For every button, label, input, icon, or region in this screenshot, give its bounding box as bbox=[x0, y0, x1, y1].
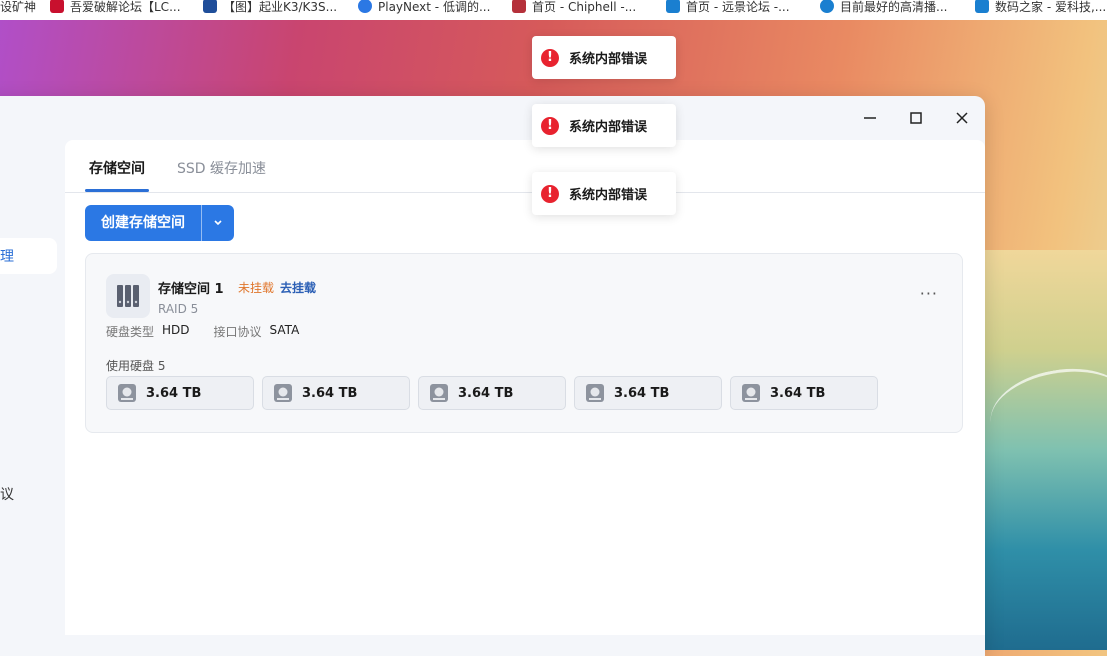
bookmark-label: 数码之家 - 爱科技,... bbox=[995, 0, 1107, 14]
bookmark-item[interactable]: 【图】起业K3/K3S... bbox=[203, 0, 337, 16]
tab-storage-space[interactable]: 存储空间 bbox=[89, 158, 145, 178]
maximize-button[interactable] bbox=[893, 96, 939, 140]
hard-disk-icon bbox=[742, 384, 760, 402]
sidebar-item-protocol[interactable]: 议 bbox=[0, 484, 14, 504]
bookmarks-bar: 设矿神 吾爱破解论坛【LC... 【图】起业K3/K3S... PlayNext… bbox=[0, 0, 1107, 20]
site-favicon-icon bbox=[203, 0, 217, 13]
disk-capacity: 3.64 TB bbox=[770, 385, 826, 401]
protocol-value: SATA bbox=[269, 323, 300, 337]
bookmark-label: 目前最好的高清播... bbox=[840, 0, 948, 14]
bookmark-item[interactable]: 吾爱破解论坛【LC... bbox=[50, 0, 181, 16]
sidebar-item-label: 理 bbox=[0, 249, 14, 265]
disks-used-label: 使用硬盘 5 bbox=[106, 359, 166, 373]
nas-server-icon bbox=[106, 274, 150, 318]
hard-disk-icon bbox=[586, 384, 604, 402]
maximize-icon bbox=[910, 112, 922, 124]
mount-link[interactable]: 去挂载 bbox=[280, 279, 316, 296]
error-toast: ! 系统内部错误 bbox=[532, 36, 676, 79]
disk-capacity: 3.64 TB bbox=[614, 385, 670, 401]
minimize-icon bbox=[864, 117, 876, 119]
bookmark-item[interactable]: 首页 - Chiphell -... bbox=[512, 0, 636, 16]
sidebar-item-storage-manage[interactable]: 理 bbox=[0, 238, 57, 274]
bookmark-label: PlayNext - 低调的... bbox=[378, 0, 491, 14]
bookmark-label: 设矿神 bbox=[0, 0, 37, 14]
create-storage-dropdown-button[interactable] bbox=[202, 205, 234, 241]
site-favicon-icon bbox=[512, 0, 526, 13]
raid-level: RAID 5 bbox=[158, 302, 199, 316]
bookmark-label: 吾爱破解论坛【LC... bbox=[70, 0, 181, 14]
disk-type-label: 硬盘类型 bbox=[106, 325, 155, 339]
close-icon bbox=[956, 112, 968, 124]
disk-item[interactable]: 3.64 TB bbox=[418, 376, 566, 410]
tab-bar: 存储空间 SSD 缓存加速 bbox=[65, 140, 985, 193]
disk-item[interactable]: 3.64 TB bbox=[262, 376, 410, 410]
pool-name: 存储空间 1 bbox=[158, 282, 224, 297]
protocol-label: 接口协议 bbox=[213, 325, 262, 339]
pool-status-badge: 未挂载 bbox=[238, 281, 275, 295]
toast-message: 系统内部错误 bbox=[569, 188, 648, 203]
disk-capacity: 3.64 TB bbox=[146, 385, 202, 401]
site-favicon-icon bbox=[975, 0, 989, 13]
disk-item[interactable]: 3.64 TB bbox=[730, 376, 878, 410]
hard-disk-icon bbox=[118, 384, 136, 402]
site-favicon-icon bbox=[50, 0, 64, 13]
error-icon: ! bbox=[541, 116, 559, 135]
create-storage-button-group: 创建存储空间 bbox=[85, 205, 234, 241]
disk-list: 3.64 TB 3.64 TB 3.64 TB 3.64 TB 3.64 TB bbox=[106, 376, 878, 410]
bookmark-item[interactable]: 设矿神 bbox=[0, 0, 36, 16]
more-options-button[interactable]: ··· bbox=[920, 284, 938, 303]
chevron-down-icon bbox=[214, 220, 222, 226]
hard-disk-icon bbox=[274, 384, 292, 402]
bookmark-item[interactable]: 数码之家 - 爱科技,... bbox=[975, 0, 1106, 16]
disk-item[interactable]: 3.64 TB bbox=[574, 376, 722, 410]
error-toast: ! 系统内部错误 bbox=[532, 172, 676, 215]
disk-type-value: HDD bbox=[162, 323, 190, 337]
disk-item[interactable]: 3.64 TB bbox=[106, 376, 254, 410]
bookmark-item[interactable]: 首页 - 远景论坛 -... bbox=[666, 0, 790, 16]
sidebar-item-label: 议 bbox=[0, 487, 14, 503]
error-toast: ! 系统内部错误 bbox=[532, 104, 676, 147]
disk-capacity: 3.64 TB bbox=[458, 385, 514, 401]
disk-capacity: 3.64 TB bbox=[302, 385, 358, 401]
bookmark-item[interactable]: PlayNext - 低调的... bbox=[358, 0, 490, 16]
bookmark-label: 首页 - 远景论坛 -... bbox=[686, 0, 790, 14]
site-favicon-icon bbox=[358, 0, 372, 13]
window-controls bbox=[847, 96, 985, 140]
error-icon: ! bbox=[541, 48, 559, 67]
active-tab-indicator bbox=[85, 189, 149, 192]
pool-meta: 硬盘类型 HDD 接口协议 SATA bbox=[106, 323, 299, 340]
bookmark-label: 【图】起业K3/K3S... bbox=[223, 0, 338, 14]
main-panel: 存储空间 SSD 缓存加速 创建存储空间 存储空间 1 未挂载 去挂载 RAID… bbox=[65, 140, 985, 635]
minimize-button[interactable] bbox=[847, 96, 893, 140]
close-button[interactable] bbox=[939, 96, 985, 140]
bookmark-label: 首页 - Chiphell -... bbox=[532, 0, 637, 14]
error-icon: ! bbox=[541, 184, 559, 203]
bookmark-item[interactable]: 目前最好的高清播... bbox=[820, 0, 947, 16]
storage-pool-card: 存储空间 1 未挂载 去挂载 RAID 5 ··· 硬盘类型 HDD 接口协议 … bbox=[85, 253, 963, 433]
create-storage-button[interactable]: 创建存储空间 bbox=[85, 205, 202, 241]
toast-message: 系统内部错误 bbox=[569, 120, 648, 135]
site-favicon-icon bbox=[820, 0, 834, 13]
toast-message: 系统内部错误 bbox=[569, 52, 648, 67]
hard-disk-icon bbox=[430, 384, 448, 402]
tab-ssd-cache[interactable]: SSD 缓存加速 bbox=[177, 158, 266, 178]
site-favicon-icon bbox=[666, 0, 680, 13]
